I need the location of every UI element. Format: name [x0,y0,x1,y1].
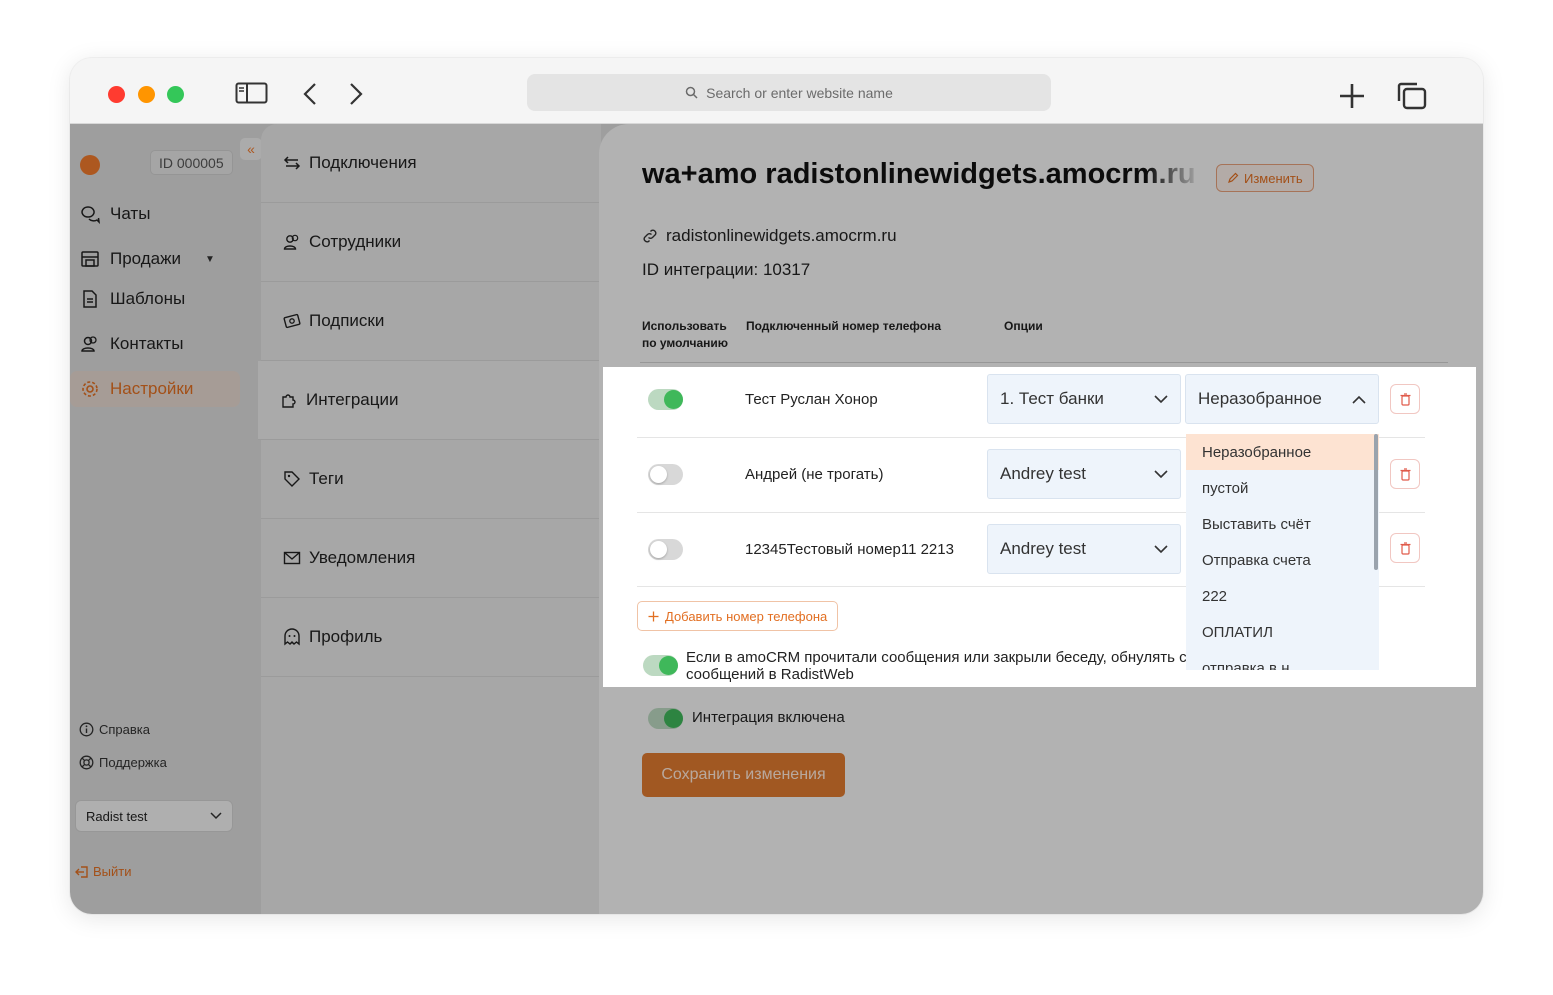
pipeline-value: Andrey test [1000,539,1086,558]
phone-numbers-card: Тест Руслан Хонор 1. Тест банки Неразобр… [603,367,1476,687]
trash-icon [1400,392,1410,406]
reset-unread-toggle[interactable] [643,655,678,676]
add-phone-label: Добавить номер телефона [665,608,828,624]
toggle-knob [659,656,678,675]
maximize-window-button[interactable] [167,86,184,103]
chevron-down-icon [1154,394,1168,403]
sidebar-toggle-icon[interactable] [235,82,268,109]
dropdown-option[interactable]: ОПЛАТИЛ [1186,614,1379,650]
tabs-overview-icon[interactable] [1397,82,1427,115]
phone-name: Андрей (не трогать) [745,466,884,483]
back-icon[interactable] [302,82,318,111]
new-tab-icon[interactable] [1338,82,1366,115]
delete-row-button[interactable] [1390,384,1420,414]
dropdown-scrollbar[interactable] [1374,434,1378,570]
dropdown-option[interactable]: пустой [1186,470,1379,506]
address-placeholder: Search or enter website name [706,84,893,101]
status-select[interactable]: Неразобранное [1185,374,1379,424]
status-dropdown: Неразобранное пустой Выставить счёт Отпр… [1186,434,1379,670]
toggle-knob [650,466,667,483]
status-value: Неразобранное [1198,389,1322,408]
delete-row-button[interactable] [1390,459,1420,489]
forward-icon[interactable] [348,82,364,111]
address-bar[interactable]: Search or enter website name [527,74,1051,111]
pipeline-select[interactable]: 1. Тест банки [987,374,1181,424]
default-toggle[interactable] [648,539,683,560]
toggle-knob [664,390,683,409]
trash-icon [1400,541,1410,555]
add-phone-button[interactable]: Добавить номер телефона [637,601,839,631]
chevron-down-icon [1154,544,1168,553]
minimize-window-button[interactable] [138,86,155,103]
dropdown-option[interactable]: отправка в н... [1186,650,1379,671]
browser-titlebar: Search or enter website name [70,58,1483,124]
chevron-up-icon [1352,395,1366,404]
default-toggle[interactable] [648,389,683,410]
chevron-down-icon [1154,469,1168,478]
delete-row-button[interactable] [1390,533,1420,563]
pipeline-select[interactable]: Andrey test [987,524,1181,574]
dropdown-option[interactable]: Неразобранное [1186,434,1379,470]
dropdown-option[interactable]: Выставить счёт [1186,506,1379,542]
search-icon [685,86,698,99]
pipeline-select[interactable]: Andrey test [987,449,1181,499]
phone-name: Тест Руслан Хонор [745,391,878,408]
dropdown-option[interactable]: Отправка счета [1186,542,1379,578]
dropdown-option[interactable]: 222 [1186,578,1379,614]
default-toggle[interactable] [648,464,683,485]
table-row: Тест Руслан Хонор 1. Тест банки Неразобр… [637,367,1425,442]
phone-name: 12345Тестовый номер11 2213 [745,541,954,558]
plus-icon [648,611,659,621]
toggle-knob [650,541,667,558]
close-window-button[interactable] [108,86,125,103]
trash-icon [1400,467,1410,481]
pipeline-value: 1. Тест банки [1000,389,1104,408]
pipeline-value: Andrey test [1000,464,1086,483]
